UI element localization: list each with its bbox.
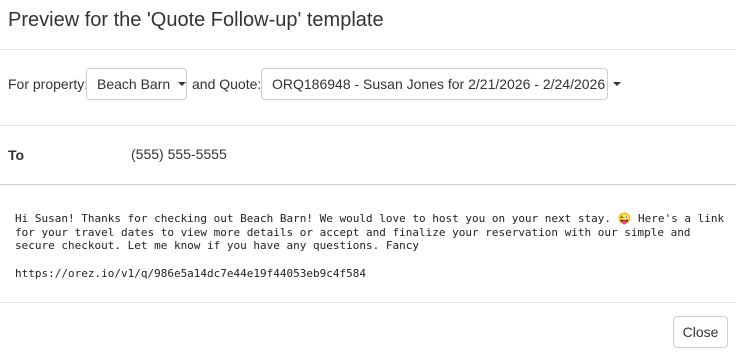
chevron-down-icon bbox=[178, 82, 187, 86]
modal-title: Preview for the 'Quote Follow-up' templa… bbox=[8, 9, 384, 31]
preview-selectors: For property: Beach Barn and Quote: ORQ1… bbox=[0, 50, 736, 126]
quote-dropdown-value: ORQ186948 - Susan Jones for 2/21/2026 - … bbox=[272, 76, 606, 92]
recipient-phone: (555) 555-5555 bbox=[131, 146, 227, 162]
recipient-label: To bbox=[8, 147, 25, 163]
message-body: Hi Susan! Thanks for checking out Beach … bbox=[15, 212, 731, 252]
chevron-down-icon bbox=[613, 82, 622, 86]
modal-footer: Close bbox=[0, 302, 736, 357]
quote-label: and Quote: bbox=[192, 76, 262, 92]
message-link: https://orez.io/v1/q/986e5a14dc7e44e19f4… bbox=[15, 267, 366, 280]
property-dropdown-value: Beach Barn bbox=[97, 76, 171, 92]
quote-dropdown[interactable]: ORQ186948 - Susan Jones for 2/21/2026 - … bbox=[261, 68, 622, 100]
modal-header: Preview for the 'Quote Follow-up' templa… bbox=[0, 0, 736, 50]
property-label: For property: bbox=[8, 76, 89, 92]
close-button[interactable]: Close bbox=[673, 316, 728, 348]
recipient-row: To (555) 555-5555 bbox=[0, 126, 736, 185]
property-dropdown[interactable]: Beach Barn bbox=[86, 68, 187, 100]
